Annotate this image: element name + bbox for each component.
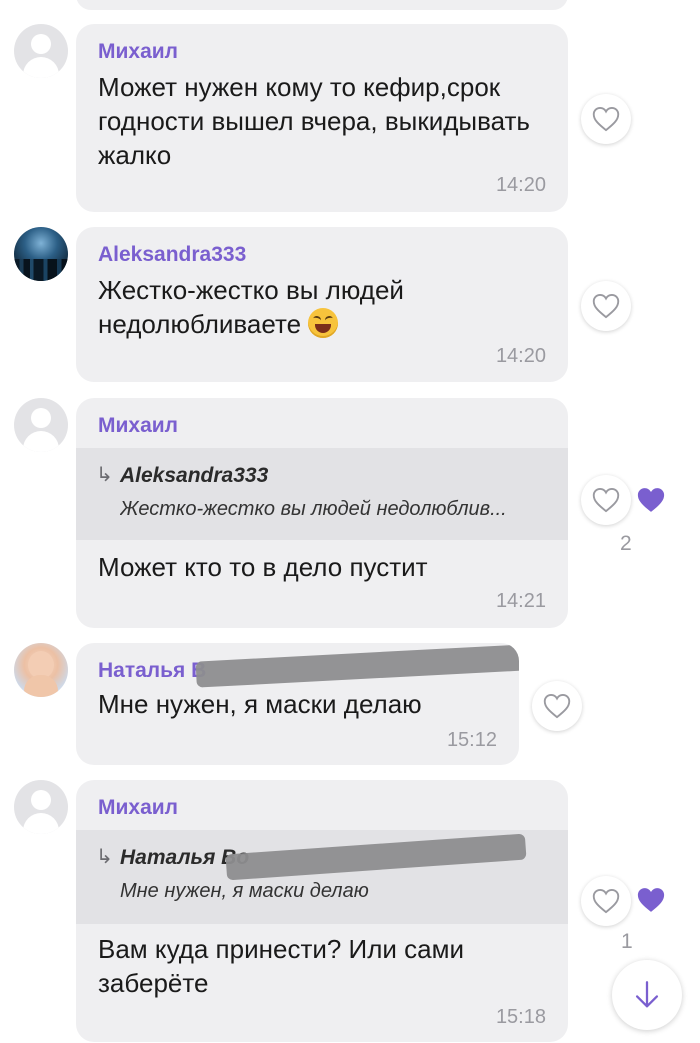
message-time: 14:20 xyxy=(495,174,546,196)
avatar[interactable] xyxy=(14,24,68,78)
quoted-message[interactable]: ↳ Наталья Во Мне нужен, я маски делаю xyxy=(76,830,568,924)
message-bubble[interactable]: Наталья В Мне нужен, я маски делаю 15:12 xyxy=(76,643,519,765)
message-item: Михаил ↳ Наталья Во Мне нужен, я маски д… xyxy=(0,780,700,1043)
message-bubble[interactable]: Михаил ↳ Наталья Во Мне нужен, я маски д… xyxy=(76,780,568,1042)
message-time: 15:18 xyxy=(495,1006,546,1028)
author-name[interactable]: Михаил xyxy=(98,40,178,64)
heart-outline-icon xyxy=(592,487,620,513)
like-count: 2 xyxy=(620,532,632,555)
message-text: Мне нужен, я маски делаю xyxy=(98,689,422,719)
liked-indicator[interactable] xyxy=(631,480,671,520)
liked-indicator[interactable] xyxy=(631,880,671,920)
message-text-content: Жестко-жестко вы людей недолюбливаете xyxy=(98,275,404,339)
author-name[interactable]: Михаил xyxy=(98,414,178,438)
quoted-text: Мне нужен, я маски делаю xyxy=(120,880,369,902)
message-time: 14:20 xyxy=(495,345,546,367)
author-name[interactable]: Михаил xyxy=(98,796,178,820)
message-item: Михаил ↳ Aleksandra333 Жестко-жестко вы … xyxy=(0,398,700,630)
author-name[interactable]: Aleksandra333 xyxy=(98,243,246,267)
like-button[interactable] xyxy=(581,281,631,331)
arrow-down-icon xyxy=(635,981,659,1008)
message-bubble[interactable]: Михаил Может нужен кому то кефир,срок го… xyxy=(76,24,568,212)
reply-arrow-icon: ↳ xyxy=(96,846,113,868)
like-button[interactable] xyxy=(581,876,631,926)
like-count: 1 xyxy=(621,930,633,953)
avatar[interactable] xyxy=(14,780,68,834)
message-item: Aleksandra333 Жестко-жестко вы людей нед… xyxy=(0,227,700,383)
message-text: Жестко-жестко вы людей недолюбливаете xyxy=(98,273,546,341)
message-time: 15:12 xyxy=(446,729,497,751)
reply-arrow-icon: ↳ xyxy=(96,464,113,486)
previous-message-bubble[interactable] xyxy=(76,0,568,10)
message-bubble[interactable]: Михаил ↳ Aleksandra333 Жестко-жестко вы … xyxy=(76,398,568,628)
message-time: 14:21 xyxy=(495,590,546,612)
redaction-scribble xyxy=(225,833,527,881)
scroll-to-bottom-button[interactable] xyxy=(612,960,682,1030)
heart-outline-icon xyxy=(592,106,620,132)
heart-filled-icon xyxy=(637,488,665,512)
message-text: Может кто то в дело пустит xyxy=(98,552,428,582)
message-item: Наталья В Мне нужен, я маски делаю 15:12 xyxy=(0,643,700,767)
grinning-squinting-face-icon xyxy=(308,308,339,338)
chat-feed[interactable]: Михаил Может нужен кому то кефир,срок го… xyxy=(0,0,700,1043)
author-name[interactable]: Наталья В xyxy=(98,659,206,683)
message-text: Вам куда принести? Или сами заберёте xyxy=(98,934,465,998)
like-button[interactable] xyxy=(532,681,582,731)
avatar[interactable] xyxy=(14,398,68,452)
like-button[interactable] xyxy=(581,94,631,144)
message-item: Михаил Может нужен кому то кефир,срок го… xyxy=(0,24,700,214)
quoted-message[interactable]: ↳ Aleksandra333 Жестко-жестко вы людей н… xyxy=(76,448,568,540)
heart-filled-icon xyxy=(637,888,665,912)
redaction-scribble xyxy=(195,644,519,688)
message-text: Может нужен кому то кефир,срок годности … xyxy=(98,72,530,170)
heart-outline-icon xyxy=(592,293,620,319)
heart-outline-icon xyxy=(592,888,620,914)
quoted-text: Жестко-жестко вы людей недолюблив... xyxy=(120,498,507,520)
avatar[interactable] xyxy=(14,227,68,281)
message-bubble[interactable]: Aleksandra333 Жестко-жестко вы людей нед… xyxy=(76,227,568,382)
avatar[interactable] xyxy=(14,643,68,697)
quoted-author: Aleksandra333 xyxy=(120,464,269,487)
like-button[interactable] xyxy=(581,475,631,525)
heart-outline-icon xyxy=(543,693,571,719)
